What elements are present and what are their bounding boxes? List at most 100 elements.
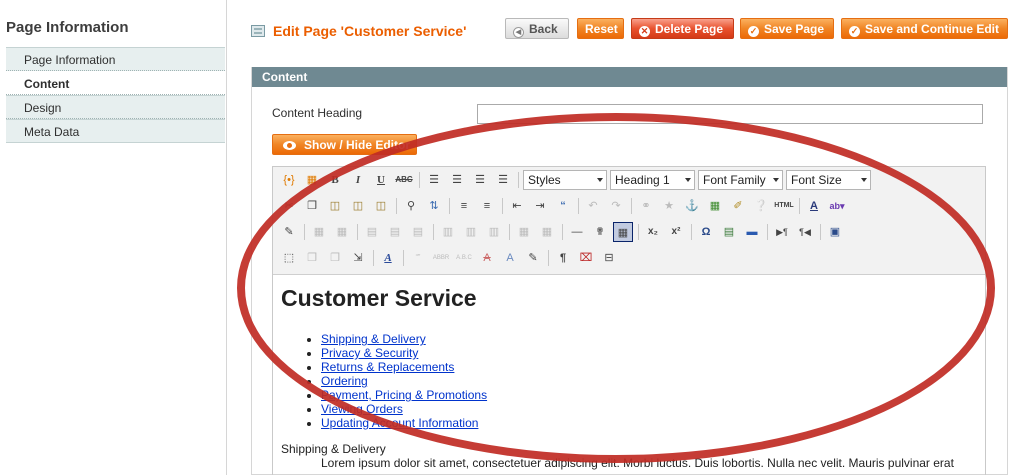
help-icon[interactable]: ❔ — [751, 196, 771, 216]
editor-link[interactable]: Payment, Pricing & Promotions — [321, 388, 487, 402]
save-continue-button[interactable]: ✓ Save and Continue Edit — [841, 18, 1008, 39]
paste-text-icon[interactable]: ◫ — [348, 196, 368, 216]
undo-icon[interactable]: ↶ — [583, 196, 603, 216]
content-heading-input[interactable] — [477, 104, 983, 124]
sidebar-tab-content[interactable]: Content — [6, 71, 225, 95]
redo-icon[interactable]: ↷ — [606, 196, 626, 216]
horizontal-rule-icon[interactable]: — — [567, 222, 587, 242]
image-icon[interactable]: ▦ — [705, 196, 725, 216]
superscript-icon[interactable]: x² — [666, 222, 686, 242]
show-blocks-icon[interactable]: ¶ — [553, 248, 573, 268]
insert-image-icon[interactable]: ▦ — [302, 170, 322, 190]
list-item: Viewing Orders — [321, 402, 985, 416]
text-color-icon[interactable]: A — [804, 196, 824, 216]
cut-icon[interactable]: ✂ — [279, 196, 299, 216]
visual-aid-icon[interactable]: ▦ — [613, 222, 633, 242]
subscript-icon[interactable]: x₂ — [643, 222, 663, 242]
replace-icon[interactable]: ⇅ — [424, 196, 444, 216]
sidebar-tab-page-information[interactable]: Page Information — [6, 47, 225, 71]
toolbar-row-1: {•} ▦ B I U ABC ☰ ☰ ☰ ☰ Styles Heading 1 Font Family… — [279, 170, 874, 194]
abbr-icon[interactable]: ABBR — [431, 248, 451, 268]
back-button[interactable]: ◀ Back — [505, 18, 569, 39]
editor-link[interactable]: Updating Account Information — [321, 416, 478, 430]
outdent-icon[interactable]: ⇤ — [507, 196, 527, 216]
find-icon[interactable]: ⚲ — [401, 196, 421, 216]
align-left-icon[interactable]: ☰ — [424, 170, 444, 190]
split-cells-icon[interactable]: ▦ — [514, 222, 534, 242]
insert-row-before-icon[interactable]: ▤ — [362, 222, 382, 242]
fullscreen-icon[interactable]: ▣ — [825, 222, 845, 242]
bullet-list-icon[interactable]: ≡ — [454, 196, 474, 216]
underline-icon[interactable]: U — [371, 170, 391, 190]
editor-link[interactable]: Ordering — [321, 374, 368, 388]
styles-select[interactable]: Styles — [523, 170, 607, 190]
font-family-select[interactable]: Font Family — [698, 170, 783, 190]
insert-widget-icon[interactable]: {•} — [279, 170, 299, 190]
insert-row-after-icon[interactable]: ▤ — [385, 222, 405, 242]
ltr-icon[interactable]: ▶¶ — [772, 222, 792, 242]
numbered-list-icon[interactable]: ≡ — [477, 196, 497, 216]
list-item: Payment, Pricing & Promotions — [321, 388, 985, 402]
move-forward-icon[interactable]: ❐ — [302, 248, 322, 268]
background-color-icon[interactable]: ab▾ — [827, 196, 847, 216]
acronym-icon[interactable]: A.B.C — [454, 248, 474, 268]
format-select[interactable]: Heading 1 — [610, 170, 695, 190]
table-row-props-icon[interactable]: ▦ — [309, 222, 329, 242]
table-cell-props-icon[interactable]: ▦ — [332, 222, 352, 242]
cite-icon[interactable]: “” — [408, 248, 428, 268]
media-icon[interactable]: ▤ — [719, 222, 739, 242]
special-char-icon[interactable]: Ω — [696, 222, 716, 242]
editor-paragraph: Lorem ipsum dolor sit amet, consectetuer… — [321, 456, 954, 470]
paste-icon[interactable]: ◫ — [325, 196, 345, 216]
sidebar-tab-meta-data[interactable]: Meta Data — [6, 119, 225, 143]
sidebar-tab-design[interactable]: Design — [6, 95, 225, 119]
delete-icon: ✕ — [639, 26, 650, 37]
paste-word-icon[interactable]: ◫ — [371, 196, 391, 216]
table-edit-icon[interactable]: ✎ — [279, 222, 299, 242]
link-icon[interactable]: ⚭ — [636, 196, 656, 216]
rtl-icon[interactable]: ¶◀ — [795, 222, 815, 242]
cleanup-icon[interactable]: ✐ — [728, 196, 748, 216]
delete-col-icon[interactable]: ▥ — [484, 222, 504, 242]
sidebar: Page Information Page Information Conten… — [0, 0, 227, 475]
move-backward-icon[interactable]: ❐ — [325, 248, 345, 268]
editor-link[interactable]: Returns & Replacements — [321, 360, 454, 374]
nonbreaking-icon[interactable]: ▬ — [742, 222, 762, 242]
ins-icon[interactable]: A — [500, 248, 520, 268]
indent-icon[interactable]: ⇥ — [530, 196, 550, 216]
insert-layer-icon[interactable]: ⬚ — [279, 248, 299, 268]
editor-link[interactable]: Shipping & Delivery — [321, 332, 426, 346]
blockquote-icon[interactable]: “ — [553, 196, 573, 216]
editor-link[interactable]: Viewing Orders — [321, 402, 403, 416]
attributes-icon[interactable]: ✎ — [523, 248, 543, 268]
strikethrough-icon[interactable]: ABC — [394, 170, 414, 190]
page-break-icon[interactable]: ⊟ — [599, 248, 619, 268]
align-center-icon[interactable]: ☰ — [447, 170, 467, 190]
align-justify-icon[interactable]: ☰ — [493, 170, 513, 190]
insert-col-before-icon[interactable]: ▥ — [438, 222, 458, 242]
anchor-icon[interactable]: ⚓ — [682, 196, 702, 216]
check-icon: ✓ — [748, 26, 759, 37]
reset-button[interactable]: Reset — [577, 18, 624, 39]
unlink-icon[interactable]: ★ — [659, 196, 679, 216]
del-icon[interactable]: A — [477, 248, 497, 268]
editor-link[interactable]: Privacy & Security — [321, 346, 418, 360]
copy-icon[interactable]: ❐ — [302, 196, 322, 216]
remove-format-icon[interactable]: ✟ — [590, 222, 610, 242]
html-source-icon[interactable]: HTML — [774, 196, 794, 216]
editor-content[interactable]: Customer Service Shipping & Delivery Pri… — [273, 275, 985, 470]
italic-icon[interactable]: I — [348, 170, 368, 190]
merge-cells-icon[interactable]: ▦ — [537, 222, 557, 242]
visual-chars-icon[interactable]: ⌧ — [576, 248, 596, 268]
font-size-select[interactable]: Font Size — [786, 170, 871, 190]
delete-page-button[interactable]: ✕ Delete Page — [631, 18, 734, 39]
styleprops-icon[interactable]: A — [378, 248, 398, 268]
align-right-icon[interactable]: ☰ — [470, 170, 490, 190]
insert-col-after-icon[interactable]: ▥ — [461, 222, 481, 242]
save-page-button[interactable]: ✓ Save Page — [740, 18, 834, 39]
bold-icon[interactable]: B — [325, 170, 345, 190]
delete-row-icon[interactable]: ▤ — [408, 222, 428, 242]
eye-icon — [283, 141, 296, 150]
absolute-position-icon[interactable]: ⇲ — [348, 248, 368, 268]
show-hide-editor-button[interactable]: Show / Hide Editor — [272, 134, 417, 155]
